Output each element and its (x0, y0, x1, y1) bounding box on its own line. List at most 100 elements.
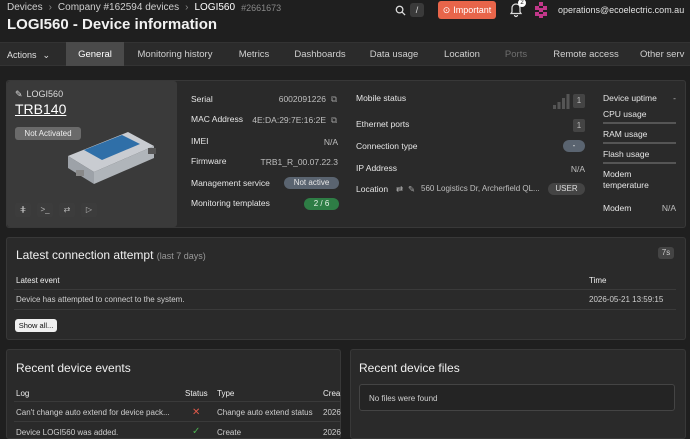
connection-title: Latest connection attempt (last 7 days) (16, 248, 206, 262)
swap-icon[interactable]: ⇄ (396, 184, 403, 195)
avatar[interactable] (533, 2, 549, 18)
user-email[interactable]: operations@ecoelectric.com.au (558, 5, 684, 15)
device-uptime-value: - (673, 93, 676, 103)
tab-general[interactable]: General (66, 42, 124, 66)
cpu-usage-bar (603, 122, 676, 124)
chevron-down-icon: ⌄ (42, 49, 51, 60)
files-title: Recent device files (359, 361, 460, 375)
imei-value: N/A (323, 137, 338, 147)
important-label: Important (453, 5, 492, 15)
location-role-badge: USER (548, 183, 585, 195)
flash-usage-label: Flash usage (603, 149, 650, 159)
breadcrumb-devices[interactable]: Devices (7, 2, 43, 13)
serial-value: 6002091226 (278, 94, 326, 104)
tab-location[interactable]: Location (432, 42, 492, 66)
ram-usage-bar (603, 142, 676, 144)
location-value[interactable]: 560 Logistics Dr, Archerfield QL... (421, 184, 543, 193)
actions-dropdown[interactable]: Actions ⌄ (7, 44, 67, 66)
management-service-label: Management service (191, 178, 270, 188)
cpu-usage-label: CPU usage (603, 109, 647, 119)
device-name: LOGI560 (26, 89, 64, 99)
signal-icon (553, 94, 570, 109)
col-log: Log (16, 389, 30, 398)
divider (14, 401, 341, 402)
tab-data-usage[interactable]: Data usage (362, 42, 426, 66)
mac-value: 4E:DA:29:7E:16:2E (252, 115, 326, 125)
breadcrumb-separator: › (185, 2, 189, 13)
event-type: Change auto extend status (217, 408, 313, 417)
ethernet-ports-label: Ethernet ports (356, 119, 410, 129)
tab-remote-access[interactable]: Remote access (546, 42, 626, 66)
management-status-badge: Not active (284, 177, 339, 189)
settings-sliders-icon[interactable]: ⋕ (15, 203, 31, 217)
firmware-label: Firmware (191, 156, 227, 166)
tab-other-services[interactable]: Other serv (640, 42, 690, 66)
check-icon: ✓ (192, 426, 201, 437)
mobile-count: 1 (573, 94, 585, 108)
tab-ports: Ports (504, 48, 528, 60)
search-button[interactable]: / (395, 1, 431, 19)
edit-icon[interactable]: ✎ (15, 89, 23, 100)
divider (14, 289, 676, 290)
copy-icon[interactable]: ⧉ (331, 115, 337, 126)
tab-monitoring-history[interactable]: Monitoring history (130, 42, 220, 66)
col-created: Crea (323, 389, 341, 398)
divider (14, 309, 676, 310)
important-button[interactable]: ⊙ Important (438, 1, 496, 19)
col-time: Time (589, 276, 607, 285)
modem-label: Modem (603, 203, 632, 213)
event-type: Create (217, 428, 242, 437)
device-model-link[interactable]: TRB140 (15, 101, 66, 117)
connection-type-label: Connection type (356, 141, 418, 151)
ram-usage-label: RAM usage (603, 129, 648, 139)
show-all-button[interactable]: Show all... (15, 319, 57, 332)
actions-label: Actions (7, 50, 37, 60)
connection-type-badge: - (563, 140, 585, 152)
mac-label: MAC Address (191, 114, 243, 124)
error-x-icon: ✕ (192, 407, 201, 418)
breadcrumb-device: LOGI560 (194, 2, 236, 13)
connection-title-text: Latest connection attempt (16, 248, 154, 262)
copy-icon[interactable]: ⧉ (331, 94, 337, 105)
event-log: Device LOGI560 was added. (16, 428, 119, 437)
ethernet-count: 1 (573, 119, 585, 132)
device-image (68, 132, 156, 184)
breadcrumb: Devices › Company #162594 devices › LOGI… (7, 2, 281, 13)
imei-label: IMEI (191, 136, 209, 146)
mobile-status-label: Mobile status (356, 93, 407, 103)
ip-address-value: N/A (570, 164, 585, 174)
terminal-icon[interactable]: >_ (37, 203, 53, 217)
location-label: Location (356, 184, 389, 194)
firmware-value: TRB1_R_00.07.22.3 (260, 157, 339, 167)
col-latest-event: Latest event (16, 276, 60, 285)
breadcrumb-company[interactable]: Company #162594 devices (58, 2, 179, 13)
serial-label: Serial (191, 94, 213, 104)
event-created: 2026 (323, 408, 341, 417)
ip-address-label: IP Address (356, 163, 397, 173)
connection-event: Device has attempted to connect to the s… (16, 295, 185, 304)
col-status: Status (185, 389, 208, 398)
files-empty-message: No files were found (369, 394, 438, 403)
notification-badge: 2 (518, 0, 526, 7)
tab-metrics[interactable]: Metrics (226, 42, 282, 66)
flash-usage-bar (603, 162, 676, 164)
page-title: LOGI560 - Device information (7, 16, 218, 33)
edit-icon[interactable]: ✎ (408, 184, 415, 195)
events-title: Recent device events (16, 361, 131, 375)
modem-temperature-label: Modem temperature (603, 169, 649, 190)
col-type: Type (217, 389, 235, 398)
refresh-icon[interactable]: ⇄ (59, 203, 75, 217)
search-shortcut: / (410, 3, 424, 17)
warning-icon: ⊙ (442, 4, 451, 15)
search-icon (395, 5, 406, 16)
connection-time: 2026-05-21 13:59:15 (589, 295, 664, 304)
tab-dashboards[interactable]: Dashboards (288, 42, 352, 66)
breadcrumb-separator: › (48, 2, 52, 13)
monitoring-templates-badge[interactable]: 2 / 6 (304, 198, 339, 210)
device-id: #2661673 (241, 2, 282, 13)
event-created: 2026 (323, 428, 341, 437)
divider (14, 421, 341, 422)
play-icon[interactable]: ▷ (81, 203, 97, 217)
device-name-row: ✎ LOGI560 (15, 89, 63, 100)
modem-value: N/A (661, 203, 676, 213)
